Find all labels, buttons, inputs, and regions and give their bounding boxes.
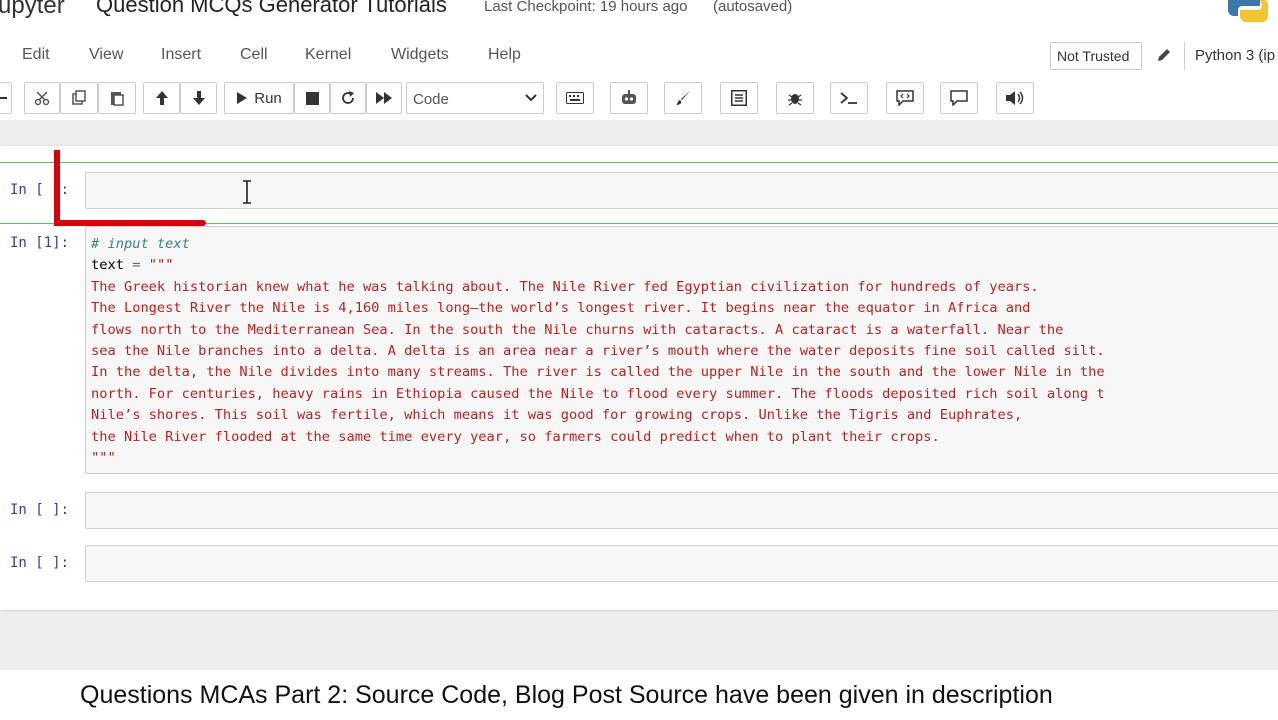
code-line: sea the Nile branches into a delta. A de… [91,343,1105,360]
code-variable: text [91,257,124,274]
menu-cell[interactable]: Cell [240,46,268,64]
stop-icon [305,91,319,105]
cell-input-editor[interactable] [85,545,1278,582]
scissors-icon [34,91,50,106]
pencil-icon[interactable] [1156,47,1172,63]
text-cursor-icon [243,180,251,204]
edit-tool-button[interactable] [664,82,702,114]
speaker-icon [1006,91,1024,105]
debug-button[interactable] [776,82,814,114]
refresh-icon [342,91,354,104]
cell-input-editor[interactable] [85,492,1278,529]
checkpoint-status: Last Checkpoint: 19 hours ago [484,0,688,15]
robot-icon [622,90,636,104]
comment-button[interactable] [940,82,978,114]
paintbrush-icon [676,91,690,105]
arrow-up-icon [155,91,168,105]
code-line: north. For centuries, heavy rains in Eth… [91,385,1105,402]
play-icon [237,92,248,104]
restart-run-all-button[interactable] [366,82,402,114]
header: upyter Question MCQs Generator Tutorials… [0,0,1278,28]
code-close-quote: """ [91,450,116,467]
code-comment: # input text [91,236,190,252]
add-cell-button[interactable] [0,82,12,114]
cut-button[interactable] [24,82,60,114]
menu-help[interactable]: Help [488,46,521,64]
kernel-indicator[interactable]: Python 3 (ip [1184,42,1278,70]
table-of-contents-button[interactable] [720,82,758,114]
keyboard-icon [566,92,584,104]
jupyter-window: { "header": { "logo_text": "upyter", "no… [0,0,1278,720]
terminal-button[interactable] [830,82,868,114]
terminal-icon [840,92,857,104]
code-content: # input text text = """ The Greek histor… [91,234,1105,469]
run-label: Run [254,89,282,107]
speak-button[interactable] [996,82,1034,114]
code-operator: = [132,257,141,274]
menu-kernel[interactable]: Kernel [305,46,351,64]
code-line: flows north to the Mediterranean Sea. In… [91,321,1064,338]
cell-prompt: In [ ]: [10,182,70,198]
cell-prompt: In [1]: [10,235,70,251]
trust-status-button[interactable]: Not Trusted [1050,42,1142,70]
cell-prompt: In [ ]: [10,555,70,571]
comment-icon [950,90,968,106]
cell-type-select[interactable]: Code [406,82,544,114]
video-caption: Questions MCAs Part 2: Source Code, Blog… [80,681,1053,709]
command-palette-button[interactable] [556,82,594,114]
toolbar: Run [0,80,1278,116]
arrow-down-icon [192,91,205,105]
comment-code-button[interactable] [886,82,924,114]
copy-icon [72,90,86,105]
list-icon [731,90,747,106]
notebook-title[interactable]: Question MCQs Generator Tutorials [96,0,447,18]
code-line: The Longest River the Nile is 4,160 mile… [91,300,1031,317]
move-up-button[interactable] [143,82,180,114]
paste-icon [111,92,124,106]
restart-button[interactable] [330,82,366,114]
paste-button[interactable] [98,82,136,114]
code-line: In the delta, the Nile divides into many… [91,364,1105,381]
code-line: Nile’s shores. This soil was fertile, wh… [91,407,1023,424]
code-comment-icon [896,90,914,106]
plus-icon [0,97,7,99]
menu-edit[interactable]: Edit [22,46,50,64]
menu-insert[interactable]: Insert [161,46,201,64]
notebook-bottom-background [0,612,1278,670]
notebook-top-background [0,120,1278,146]
bug-icon [788,94,802,106]
autosave-status: (autosaved) [713,0,793,15]
code-line: The Greek historian knew what he was tal… [91,278,1039,295]
cell-type-value: Code [413,91,449,108]
fast-forward-icon [376,92,392,104]
run-button[interactable]: Run [224,82,294,114]
code-open-quote: """ [148,257,174,274]
python-logo-icon [1228,0,1268,22]
code-line: the Nile River flooded at the same time … [91,428,940,445]
cell-input-editor[interactable] [85,172,1278,209]
chevron-down-icon [525,94,537,102]
cell-prompt: In [ ]: [10,502,70,518]
red-annotation-mark [54,150,60,226]
interrupt-button[interactable] [294,82,330,114]
move-down-button[interactable] [180,82,217,114]
extension-button[interactable] [610,82,648,114]
menu-view[interactable]: View [89,46,123,64]
menu-widgets[interactable]: Widgets [391,46,449,64]
copy-button[interactable] [60,82,98,114]
jupyter-logo-text[interactable]: upyter [0,0,65,20]
